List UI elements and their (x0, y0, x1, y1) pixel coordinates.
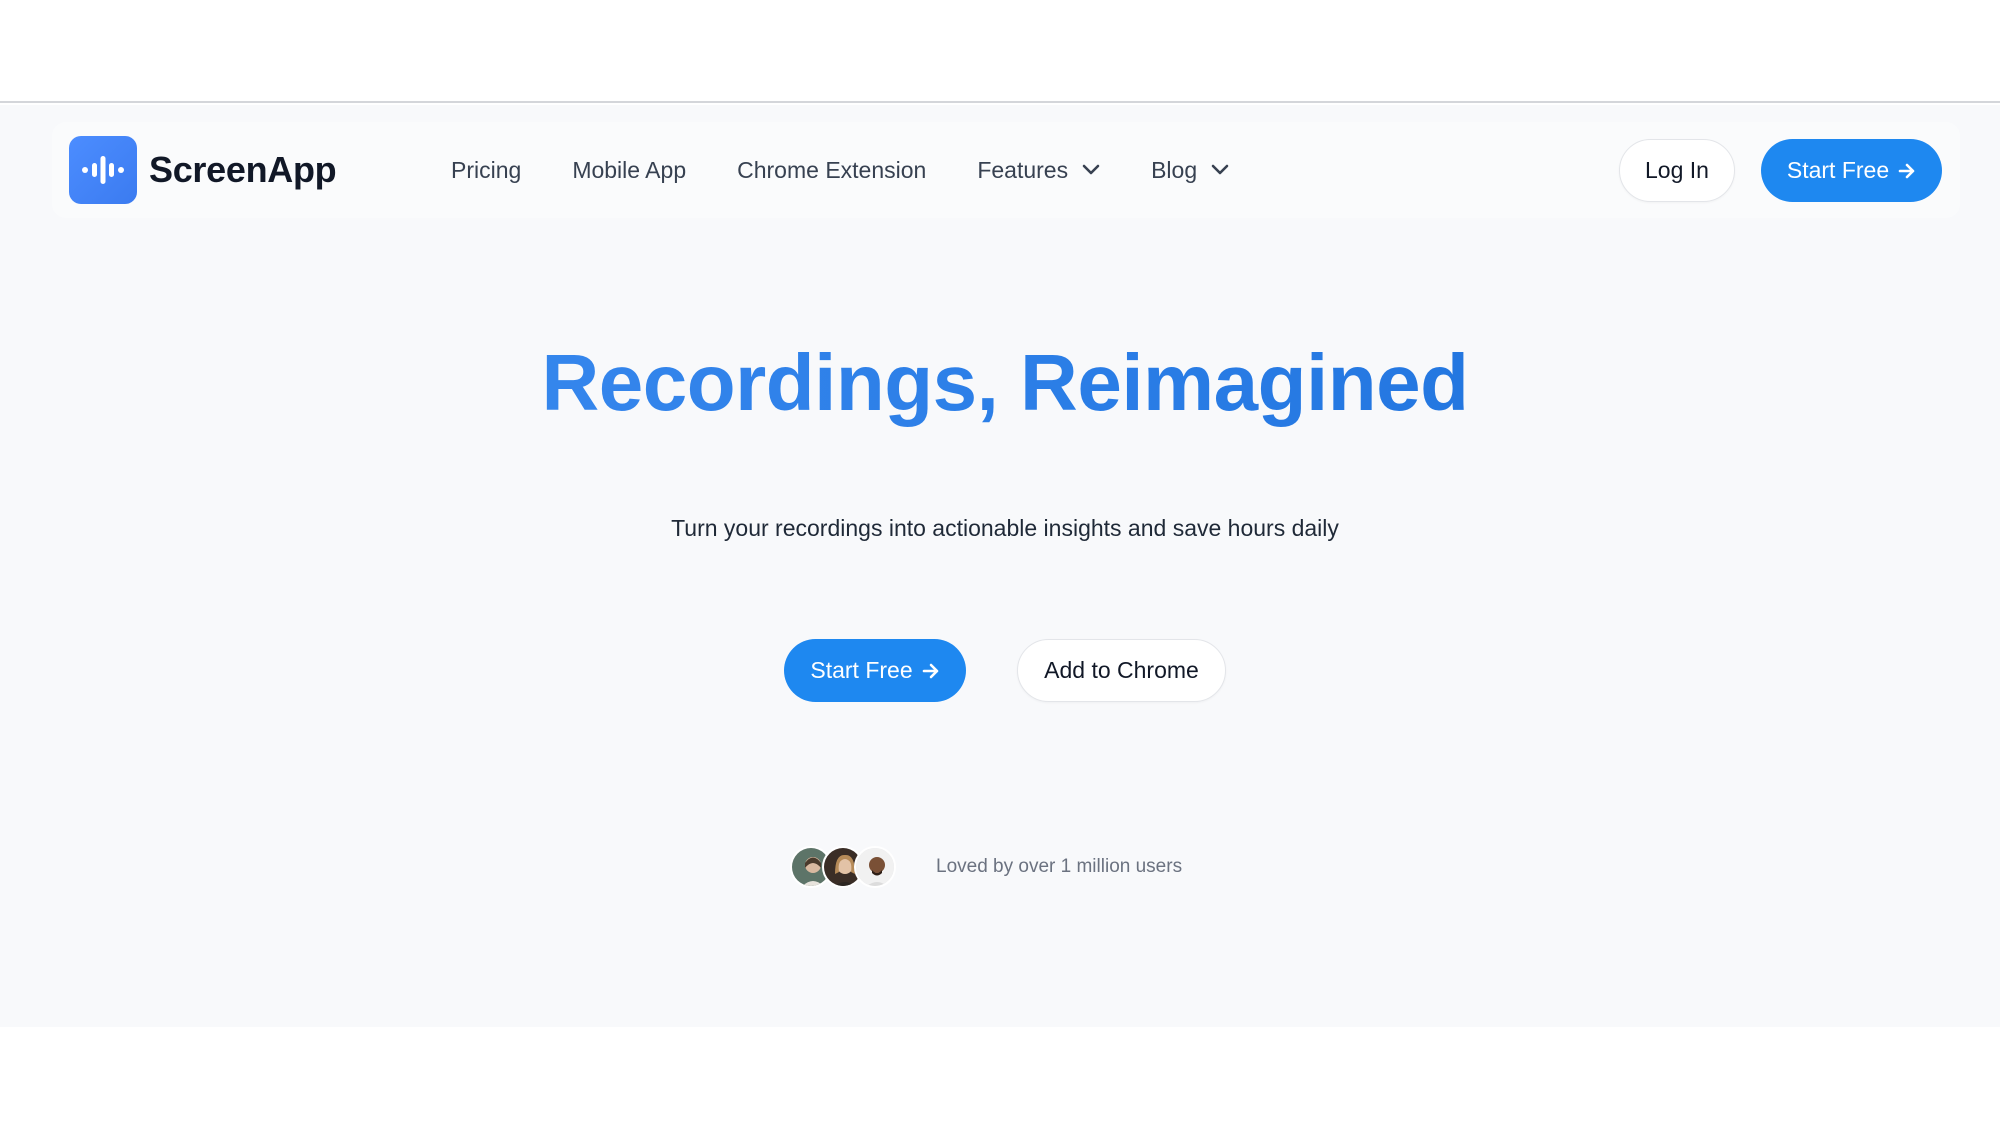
chevron-down-icon (1082, 164, 1100, 176)
nav-item-label: Mobile App (572, 156, 687, 183)
nav-item-label: Blog (1151, 156, 1198, 183)
login-button-label: Log In (1645, 157, 1709, 183)
nav-item-blog[interactable]: Blog (1151, 157, 1229, 184)
start-free-label: Start Free (810, 657, 913, 683)
chevron-down-icon (1211, 164, 1229, 176)
social-proof-text: Loved by over 1 million users (936, 856, 1183, 877)
user-avatars (790, 846, 896, 888)
hero-start-free-button[interactable]: Start Free (784, 639, 966, 702)
avatar (854, 846, 896, 888)
brand-name: ScreenApp (149, 149, 337, 190)
top-blank-area (0, 0, 2000, 103)
start-free-label: Start Free (1786, 157, 1890, 183)
hero-title: Recordings, Reimagined (0, 337, 2000, 429)
nav-item-chrome-extension[interactable]: Chrome Extension (737, 157, 926, 184)
nav-item-pricing[interactable]: Pricing (451, 157, 521, 184)
brand-logo-link[interactable]: ScreenApp (69, 136, 337, 204)
social-proof: Loved by over 1 million users (790, 845, 1182, 889)
nav-item-features[interactable]: Features (977, 157, 1100, 184)
landing-page: ScreenApp Pricing Mobile App Chrome Exte… (0, 105, 2000, 1027)
arrow-right-icon (1898, 163, 1916, 179)
audio-wave-icon (69, 136, 137, 204)
login-button[interactable]: Log In (1619, 139, 1735, 202)
add-to-chrome-label: Add to Chrome (1044, 657, 1199, 683)
nav-item-label: Chrome Extension (737, 156, 927, 183)
nav-item-mobile-app[interactable]: Mobile App (572, 157, 686, 184)
nav-start-free-button[interactable]: Start Free (1761, 139, 1942, 202)
add-to-chrome-button[interactable]: Add to Chrome (1017, 639, 1226, 702)
bottom-blank-area (0, 1027, 2000, 1125)
nav-item-label: Features (977, 156, 1069, 183)
nav-links: Pricing Mobile App Chrome Extension Feat… (451, 122, 1280, 218)
arrow-right-icon (922, 663, 940, 679)
hero-subtitle: Turn your recordings into actionable ins… (671, 515, 1339, 541)
top-navbar: ScreenApp Pricing Mobile App Chrome Exte… (52, 122, 1960, 218)
nav-item-label: Pricing (451, 156, 522, 183)
